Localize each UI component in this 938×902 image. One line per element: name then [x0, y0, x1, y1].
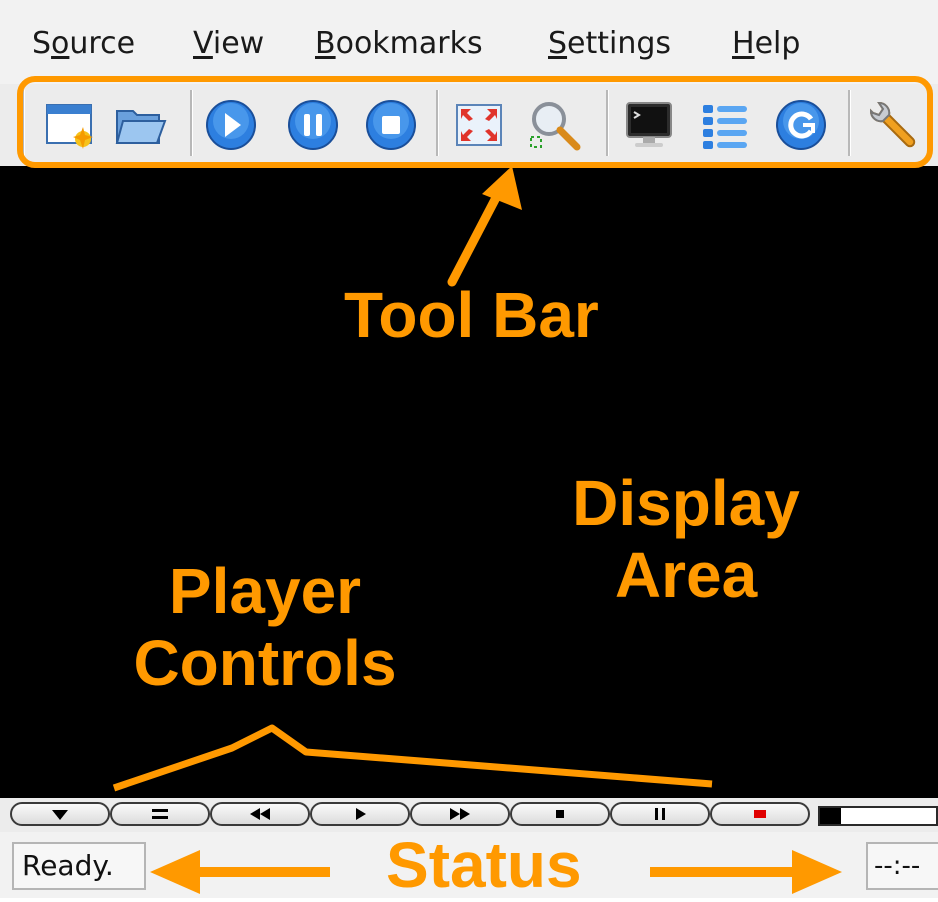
- display-area-label-line-1: Display: [572, 467, 800, 539]
- menu-help[interactable]: Help: [732, 26, 800, 62]
- toolbar-callout-label: Tool Bar: [344, 279, 599, 351]
- status-callout-label: Status: [386, 829, 582, 901]
- equalizer-button[interactable]: [110, 802, 210, 826]
- menu-settings-label: ettings: [567, 26, 672, 61]
- menu-source[interactable]: Source: [32, 26, 135, 62]
- rewind-button[interactable]: [210, 802, 310, 826]
- player-controls-callout-label: Player Controls: [106, 555, 424, 699]
- menu-source-label-1: S: [32, 26, 52, 61]
- menu-settings[interactable]: Settings: [548, 26, 671, 62]
- player-controls-label-line-2: Controls: [133, 626, 397, 699]
- play-triangle-icon: [356, 808, 366, 820]
- status-message: Ready.: [12, 842, 146, 890]
- menu-view[interactable]: View: [193, 26, 264, 62]
- menu-bookmarks-label: ookmarks: [335, 26, 483, 61]
- fast-forward-button[interactable]: [410, 802, 510, 826]
- triangle-down-icon: [52, 810, 68, 820]
- display-area-callout-label: Display Area: [555, 467, 817, 611]
- menu-bar: Source View Bookmarks Settings Help: [0, 0, 938, 84]
- controls-stop-button[interactable]: [510, 802, 610, 826]
- player-controls-bar: [0, 798, 938, 832]
- menu-source-accel: o: [51, 26, 70, 61]
- controls-play-button[interactable]: [310, 802, 410, 826]
- seek-slider[interactable]: [818, 806, 938, 826]
- seek-slider-fill: [820, 808, 841, 824]
- record-button[interactable]: [710, 802, 810, 826]
- menu-help-label: elp: [754, 26, 801, 61]
- menu-arrow-button[interactable]: [10, 802, 110, 826]
- equals-icon: [152, 809, 168, 819]
- pause-bars-icon: [655, 808, 665, 820]
- menu-view-accel: V: [193, 26, 213, 61]
- toolbar-callout-box: [17, 76, 933, 168]
- menu-bookmarks-accel: B: [315, 26, 336, 61]
- record-icon: [754, 810, 766, 818]
- controls-pause-button[interactable]: [610, 802, 710, 826]
- menu-help-accel: H: [732, 26, 755, 61]
- menu-settings-accel: S: [548, 26, 568, 61]
- menu-view-label: iew: [212, 26, 265, 61]
- time-display: --:--: [866, 842, 938, 890]
- display-area-label-line-2: Area: [614, 538, 758, 611]
- menu-source-label-2: urce: [69, 26, 136, 61]
- menu-bookmarks[interactable]: Bookmarks: [315, 26, 483, 62]
- player-controls-label-line-1: Player: [168, 555, 362, 627]
- stop-square-icon: [556, 810, 564, 818]
- fast-forward-icon: [450, 808, 470, 820]
- rewind-icon: [250, 808, 270, 820]
